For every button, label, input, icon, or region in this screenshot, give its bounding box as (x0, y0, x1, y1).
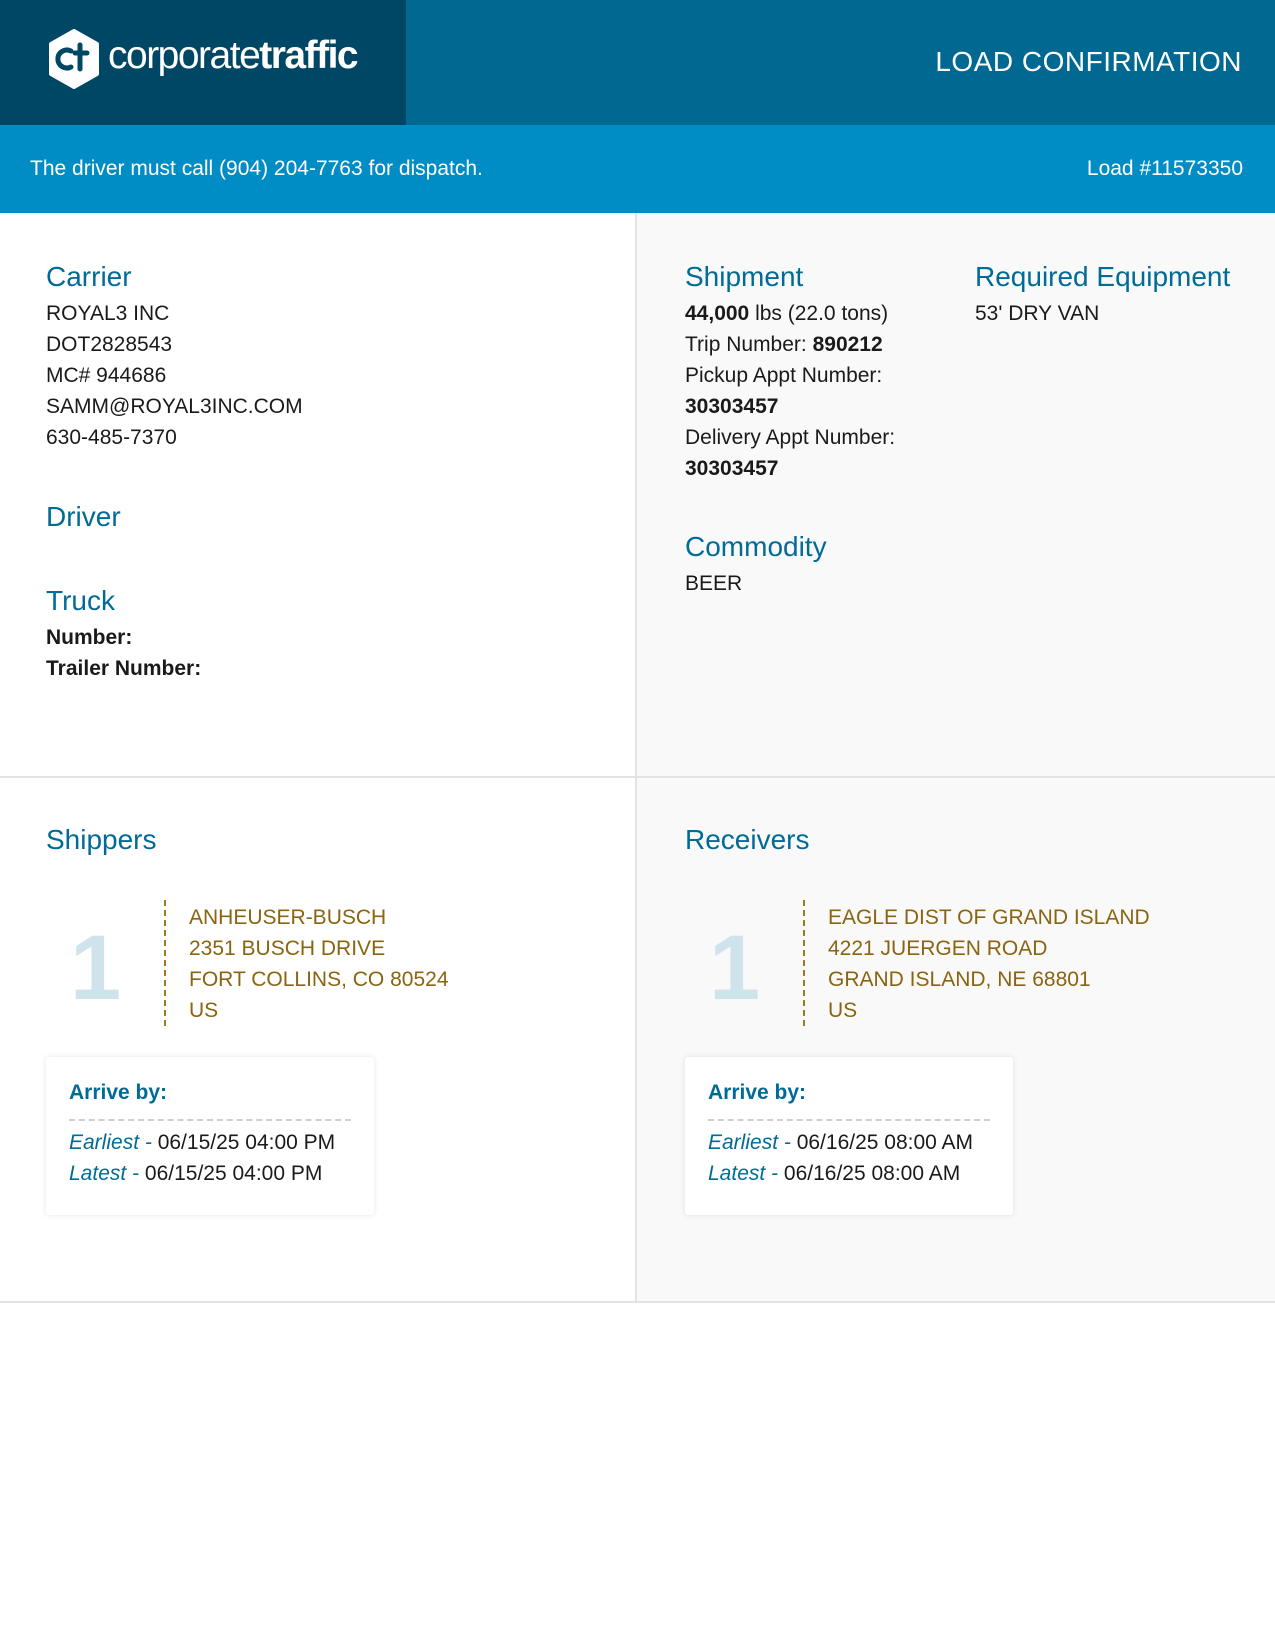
receiver-arrive-label: Arrive by: (708, 1081, 807, 1104)
ct-logo-icon (49, 29, 99, 89)
carrier-email: SAMM@ROYAL3INC.COM (46, 395, 303, 418)
shipment-weight: 44,000 lbs (22.0 tons) (685, 298, 888, 329)
earliest-value: 06/16/25 08:00 AM (796, 1131, 974, 1154)
dispatch-banner: The driver must call (904) 204-7763 for … (0, 125, 1275, 213)
trip-value: 890212 (812, 333, 883, 356)
carrier-dot: DOT2828543 (46, 333, 173, 356)
delivery-appt-label: Delivery Appt Number: (685, 426, 896, 449)
logo: corporatetraffic (0, 0, 406, 125)
carrier-mc: MC# 944686 (46, 364, 167, 387)
driver-heading: Driver (46, 501, 121, 532)
shippers-panel: Shippers 1 ANHEUSER-BUSCH 2351 BUSCH DRI… (0, 778, 637, 1303)
commodity-value: BEER (685, 572, 743, 595)
shipper-street: 2351 BUSCH DRIVE (189, 937, 386, 960)
equipment-value: 53' DRY VAN (975, 302, 1100, 325)
shipper-city: FORT COLLINS, CO 80524 (189, 968, 449, 991)
carrier-name: ROYAL3 INC (46, 302, 170, 325)
pickup-appt-value: 30303457 (685, 395, 779, 418)
trip-number: Trip Number: 890212 (685, 329, 883, 360)
latest-value: 06/15/25 04:00 PM (144, 1162, 323, 1185)
shipper-name: ANHEUSER-BUSCH (189, 906, 387, 929)
shipper-arrive-label: Arrive by: (69, 1081, 168, 1104)
delivery-appt-value: 30303457 (685, 457, 779, 480)
receivers-panel: Receivers 1 EAGLE DIST OF GRAND ISLAND 4… (637, 778, 1275, 1303)
receiver-arrival-card: Arrive by: Earliest - 06/16/25 08:00 AM … (685, 1057, 1013, 1215)
page-header: corporatetraffic LOAD CONFIRMATION (0, 0, 1275, 125)
shippers-heading: Shippers (46, 824, 157, 855)
receiver-country: US (828, 999, 858, 1022)
equipment-heading: Required Equipment (975, 261, 1231, 292)
receiver-street: 4221 JUERGEN ROAD (828, 937, 1048, 960)
latest-value: 06/16/25 08:00 AM (783, 1162, 961, 1185)
weight-value: 44,000 (685, 302, 750, 325)
weight-unit: lbs (22.0 tons) (749, 302, 889, 325)
pickup-appt-label: Pickup Appt Number: (685, 364, 883, 387)
dispatch-message: The driver must call (904) 204-7763 for … (30, 157, 483, 180)
trip-label: Trip Number: (685, 333, 813, 356)
receiver-latest: Latest - 06/16/25 08:00 AM (708, 1162, 960, 1186)
receiver-name: EAGLE DIST OF GRAND ISLAND (828, 906, 1150, 929)
latest-label: Latest - (69, 1162, 140, 1185)
receivers-heading: Receivers (685, 824, 810, 855)
latest-label: Latest - (708, 1162, 779, 1185)
load-number: Load #11573350 (1086, 157, 1243, 180)
earliest-value: 06/15/25 04:00 PM (157, 1131, 336, 1154)
shipper-earliest: Earliest - 06/15/25 04:00 PM (69, 1131, 335, 1155)
carrier-heading: Carrier (46, 261, 132, 292)
carrier-phone: 630-485-7370 (46, 426, 177, 449)
shipper-arrival-card: Arrive by: Earliest - 06/15/25 04:00 PM … (46, 1057, 374, 1215)
shipment-heading: Shipment (685, 261, 804, 292)
trailer-number-label: Trailer Number: (46, 657, 202, 680)
carrier-panel: Carrier ROYAL3 INC DOT2828543 MC# 944686… (0, 213, 637, 778)
document-title: LOAD CONFIRMATION (935, 46, 1242, 77)
earliest-label: Earliest - (708, 1131, 791, 1154)
shipment-panel: Shipment 44,000 lbs (22.0 tons) Trip Num… (637, 213, 1275, 778)
receiver-divider (803, 900, 805, 1026)
card-divider (708, 1119, 990, 1121)
truck-number-label: Number: (46, 626, 133, 649)
receiver-earliest: Earliest - 06/16/25 08:00 AM (708, 1131, 973, 1155)
shipper-latest: Latest - 06/15/25 04:00 PM (69, 1162, 322, 1186)
shipper-divider (164, 900, 166, 1026)
logo-wordmark: corporatetraffic (108, 34, 359, 78)
truck-heading: Truck (46, 585, 115, 616)
commodity-heading: Commodity (685, 531, 827, 562)
logo-word-light: corporate (108, 34, 261, 77)
shipper-stop-number: 1 (70, 917, 122, 1019)
logo-word-bold: traffic (259, 34, 358, 77)
earliest-label: Earliest - (69, 1131, 152, 1154)
receiver-stop-number: 1 (709, 917, 761, 1019)
receiver-city: GRAND ISLAND, NE 68801 (828, 968, 1091, 991)
shipper-country: US (189, 999, 219, 1022)
card-divider (69, 1119, 351, 1121)
